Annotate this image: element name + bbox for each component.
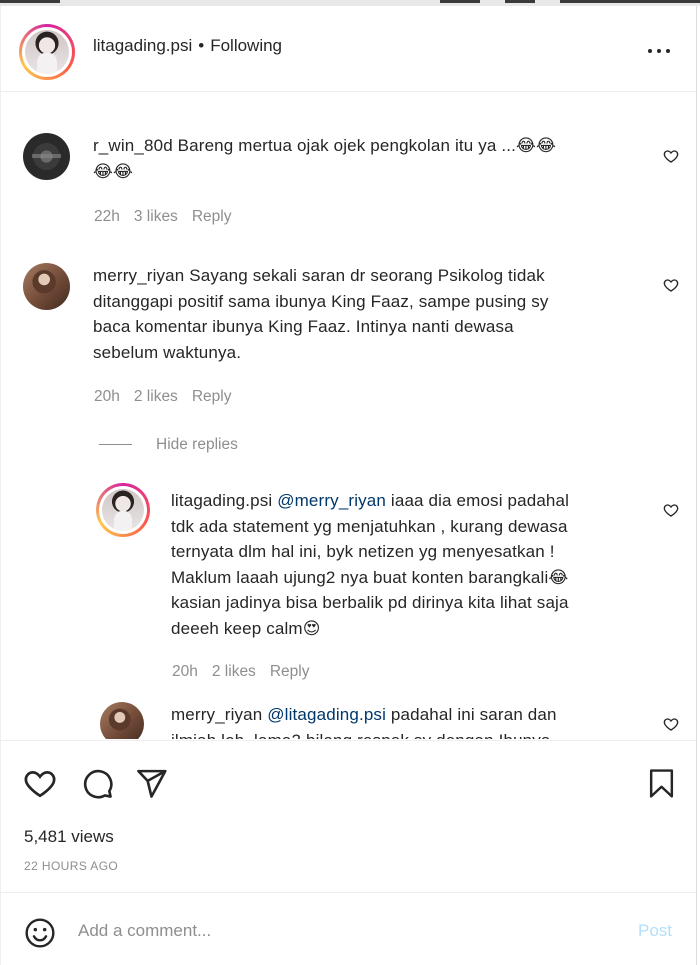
reply-body-line: deeeh keep calm😍 <box>171 618 321 638</box>
comment-likes[interactable]: 2 likes <box>134 388 178 405</box>
post-actions: 5,481 views 22 HOURS AGO <box>1 740 698 897</box>
author-username[interactable]: litagading.psi <box>93 36 192 55</box>
reply-body-line: Maklum laaah ujung2 nya buat konten bara… <box>171 567 569 587</box>
commenter-avatar[interactable] <box>23 133 70 180</box>
reply-text: litagading.psi @merry_riyan iaaa dia emo… <box>171 488 651 641</box>
comment-body-line: Sayang sekali saran dr seorang Psikolog … <box>189 266 545 285</box>
comment-username[interactable]: r_win_80d <box>93 136 173 155</box>
share-icon[interactable] <box>135 767 168 800</box>
reply-body-line: ternyata dlm hal ini, byk netizen yg men… <box>171 542 555 561</box>
bookmark-icon[interactable] <box>646 767 677 800</box>
reply-body-line: tdk ada statement yg menjatuhkan , kuran… <box>171 516 568 536</box>
follow-status-button[interactable]: Following <box>210 36 282 55</box>
add-comment-input[interactable] <box>78 917 618 945</box>
top-strip-segment <box>505 0 535 3</box>
comment-time: 22h <box>94 208 120 225</box>
reply-username[interactable]: litagading.psi <box>171 491 272 510</box>
comment-body-line: sebelum waktunya. <box>93 342 242 362</box>
post-button[interactable]: Post <box>638 921 672 941</box>
top-strip-segment <box>440 0 480 3</box>
heart-icon[interactable] <box>663 502 679 518</box>
commenter-avatar[interactable] <box>23 263 70 310</box>
comment-body-line: baca komentar ibunya King Faaz. Intinya … <box>93 317 514 336</box>
comment-username[interactable]: merry_riyan <box>93 266 184 285</box>
comment-meta: 22h 3 likes Reply <box>94 208 245 226</box>
reply-time: 20h <box>172 663 198 680</box>
comments-list[interactable]: r_win_80d Bareng mertua ojak ojek pengko… <box>1 93 698 739</box>
post-timestamp[interactable]: 22 HOURS AGO <box>24 859 118 873</box>
top-strip-segment <box>0 0 60 3</box>
hide-replies-line <box>99 444 132 446</box>
reply-mention[interactable]: @litagading.psi <box>267 705 386 724</box>
reply-body-line: kasian jadinya bisa berbalik pd dirinya … <box>171 593 569 612</box>
post-comments-panel: litagading.psi • Following r_win_80d Baren… <box>0 6 698 965</box>
reply-button[interactable]: Reply <box>192 388 232 405</box>
top-strip-segment <box>560 0 700 3</box>
comment-text: merry_riyan Sayang sekali saran dr seora… <box>93 263 638 365</box>
emoji-icon[interactable] <box>24 917 56 949</box>
post-author: litagading.psi • Following <box>93 36 282 56</box>
reply-username[interactable]: merry_riyan <box>171 705 262 724</box>
reply-avatar[interactable] <box>96 483 150 537</box>
reply-body-line: padahal ini saran dan <box>390 705 557 724</box>
hide-replies-label: Hide replies <box>156 436 238 453</box>
comment-meta: 20h 2 likes Reply <box>94 388 245 406</box>
comment-body: Bareng mertua ojak ojek pengkolan itu ya… <box>177 136 556 155</box>
views-count: 5,481 views <box>24 827 114 846</box>
reply-mention[interactable]: @merry_riyan <box>277 491 386 510</box>
post-header: litagading.psi • Following <box>1 6 698 92</box>
heart-icon[interactable] <box>23 766 57 800</box>
comment-likes[interactable]: 3 likes <box>134 208 178 225</box>
reply-button[interactable]: Reply <box>270 663 310 680</box>
reply-avatar[interactable] <box>100 702 144 739</box>
heart-icon[interactable] <box>663 716 679 732</box>
reply-body-line: iaaa dia emosi padahal <box>390 491 570 510</box>
reply-body-line: ilmiah loh, lama2 bilang respek sy denga… <box>171 731 551 740</box>
author-avatar[interactable] <box>19 24 75 80</box>
more-options-icon[interactable] <box>646 40 672 60</box>
reply-text: merry_riyan @litagading.psi padahal ini … <box>171 702 651 739</box>
heart-icon[interactable] <box>663 148 679 164</box>
add-comment-bar: Post <box>1 892 698 965</box>
heart-icon[interactable] <box>663 277 679 293</box>
hide-replies-button[interactable]: Hide replies <box>99 436 238 454</box>
reply-meta: 20h 2 likes Reply <box>172 663 323 681</box>
comment-text: r_win_80d Bareng mertua ojak ojek pengko… <box>93 133 633 184</box>
comment-icon[interactable] <box>81 767 114 800</box>
reply-likes[interactable]: 2 likes <box>212 663 256 680</box>
comment-body-line: ditanggapi positif sama ibunya King Faaz… <box>93 291 549 311</box>
comment-time: 20h <box>94 388 120 405</box>
separator-dot: • <box>198 36 205 55</box>
comment-body-line: 😂😂 <box>93 161 134 181</box>
reply-button[interactable]: Reply <box>192 208 232 225</box>
